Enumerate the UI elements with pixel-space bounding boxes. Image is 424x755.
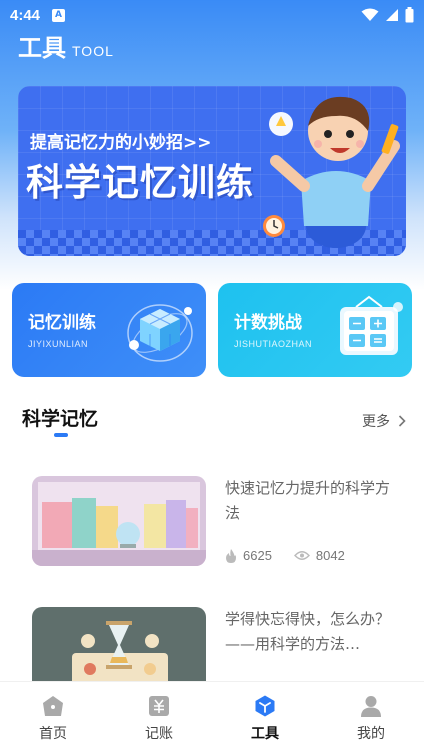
counting-challenge-card[interactable]: 计数挑战 JISHUTIAOZHAN [218,283,412,377]
views-stat: 8042 [293,548,345,563]
tab-ledger-label: 记账 [145,726,173,742]
tab-profile-label: 我的 [357,726,385,742]
tab-tools-label: 工具 [251,726,279,742]
chevron-right-icon [398,415,406,427]
article-title: 快速记忆力提升的科学方法 [225,479,391,522]
science-memory-section-header: 科学记忆 更多 [22,404,406,440]
banner-subtitle: 提高记忆力的小妙招>> [30,133,212,153]
eye-icon [293,551,310,560]
status-time: 4:44 [10,6,41,24]
page-header: 工具 TOOL [18,28,114,63]
page-title: 工具 [18,34,66,62]
views-count: 8042 [315,548,345,563]
home-icon [43,696,63,716]
cube-icon [255,695,275,717]
memory-training-card[interactable]: 记忆训练 JIYIXUNLIAN [12,283,206,377]
battery-icon [405,7,414,23]
rubik-cube-icon [127,304,193,362]
ledger-icon [149,696,169,716]
calculator-board-icon [340,295,403,355]
profile-icon [361,696,381,717]
article-item[interactable]: 快速记忆力提升的科学方法 6625 8042 [32,476,392,570]
page-subtitle: TOOL [72,43,114,59]
bookshelf-thumbnail [32,476,206,566]
counting-challenge-title: 计数挑战 [234,313,302,333]
status-bar: 4:44 A [0,0,424,30]
section-title: 科学记忆 [22,408,99,430]
tab-tools[interactable]: 工具 [212,682,318,755]
tab-home[interactable]: 首页 [0,682,106,755]
likes-count: 6625 [243,548,272,563]
tab-ledger[interactable]: 记账 [106,682,212,755]
banner-title: 科学记忆训练 [26,161,254,204]
memory-training-title: 记忆训练 [28,313,96,333]
memory-training-subtitle: JIYIXUNLIAN [28,339,89,349]
article-title: 学得快忘得快，怎么办？——用科学的方法… [225,610,391,653]
flame-icon [226,548,236,563]
tab-profile[interactable]: 我的 [318,682,424,755]
article-stats: 6625 8042 [225,548,367,563]
signal-icon [386,9,398,21]
section-title-underline [54,433,68,437]
more-label: 更多 [362,414,390,430]
counting-challenge-subtitle: JISHUTIAOZHAN [234,339,313,349]
promo-banner[interactable]: 提高记忆力的小妙招>> 科学记忆训练 [18,86,406,256]
tab-home-label: 首页 [39,726,67,742]
likes-stat: 6625 [225,548,272,563]
app-notification-icon: A [52,8,66,22]
more-button[interactable]: 更多 [362,411,406,431]
wifi-icon [361,8,379,21]
bottom-tab-bar: 首页 记账 工具 我的 [0,681,424,755]
cartoon-boy-illustration [263,96,400,248]
